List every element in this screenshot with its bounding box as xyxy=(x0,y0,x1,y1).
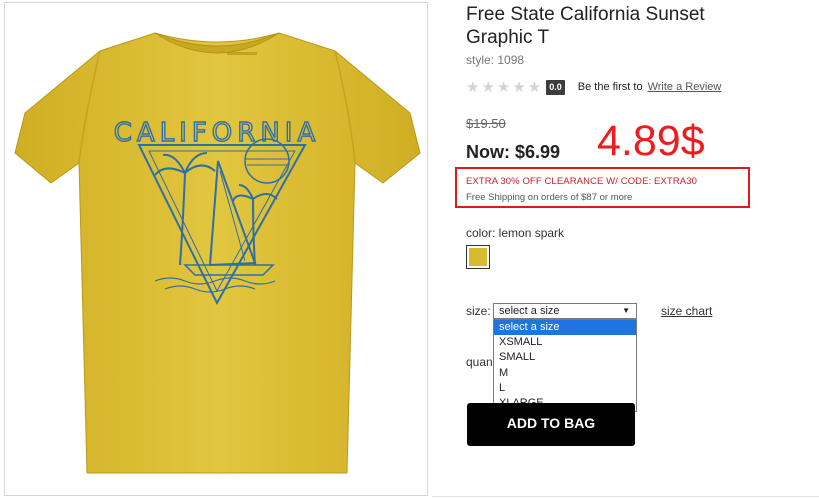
size-label: size: xyxy=(466,304,491,318)
product-image[interactable]: CALIFORNIA xyxy=(4,2,428,496)
divider xyxy=(432,496,819,497)
size-option[interactable]: XSMALL xyxy=(494,335,636,350)
tshirt-image: CALIFORNIA xyxy=(14,32,421,474)
size-chart-link[interactable]: size chart xyxy=(661,304,712,318)
size-option[interactable]: L xyxy=(494,381,636,396)
dropdown-arrow-icon: ▼ xyxy=(622,306,630,315)
annotation-price: 4.89$ xyxy=(597,117,705,165)
product-title: Free State California Sunset Graphic T xyxy=(466,4,705,48)
size-option[interactable]: M xyxy=(494,366,636,381)
size-options-list: select a size XSMALL SMALL M L XLARGE xyxy=(493,319,637,412)
style-number: style: 1098 xyxy=(466,53,525,67)
size-select[interactable]: select a size ▼ xyxy=(493,303,637,319)
size-select-value: select a size xyxy=(499,305,560,317)
write-review-link[interactable]: Write a Review xyxy=(648,81,722,93)
color-label: color: lemon spark xyxy=(466,226,565,240)
swatch-fill xyxy=(469,248,487,266)
shirt-graphic-text: CALIFORNIA xyxy=(114,118,320,148)
size-option[interactable]: SMALL xyxy=(494,350,636,365)
color-swatch-lemon-spark[interactable] xyxy=(466,245,490,269)
add-to-bag-button[interactable]: ADD TO BAG xyxy=(467,403,635,446)
rating-stars-icon: ★★★★★ xyxy=(466,78,544,96)
promo-code-text: EXTRA 30% OFF CLEARANCE W/ CODE: EXTRA30 xyxy=(466,176,697,187)
be-first-text: Be the first to xyxy=(577,81,643,93)
size-option[interactable]: select a size xyxy=(494,320,636,336)
quantity-label: quan xyxy=(466,355,493,369)
sale-price: Now: $6.99 xyxy=(466,142,561,162)
free-shipping-text: Free Shipping on orders of $87 or more xyxy=(466,192,633,203)
original-price: $19.50 xyxy=(466,116,506,131)
rating-row: ★★★★★ 0.0 Be the first to Write a Review xyxy=(466,78,722,96)
rating-score-badge: 0.0 xyxy=(546,79,565,95)
